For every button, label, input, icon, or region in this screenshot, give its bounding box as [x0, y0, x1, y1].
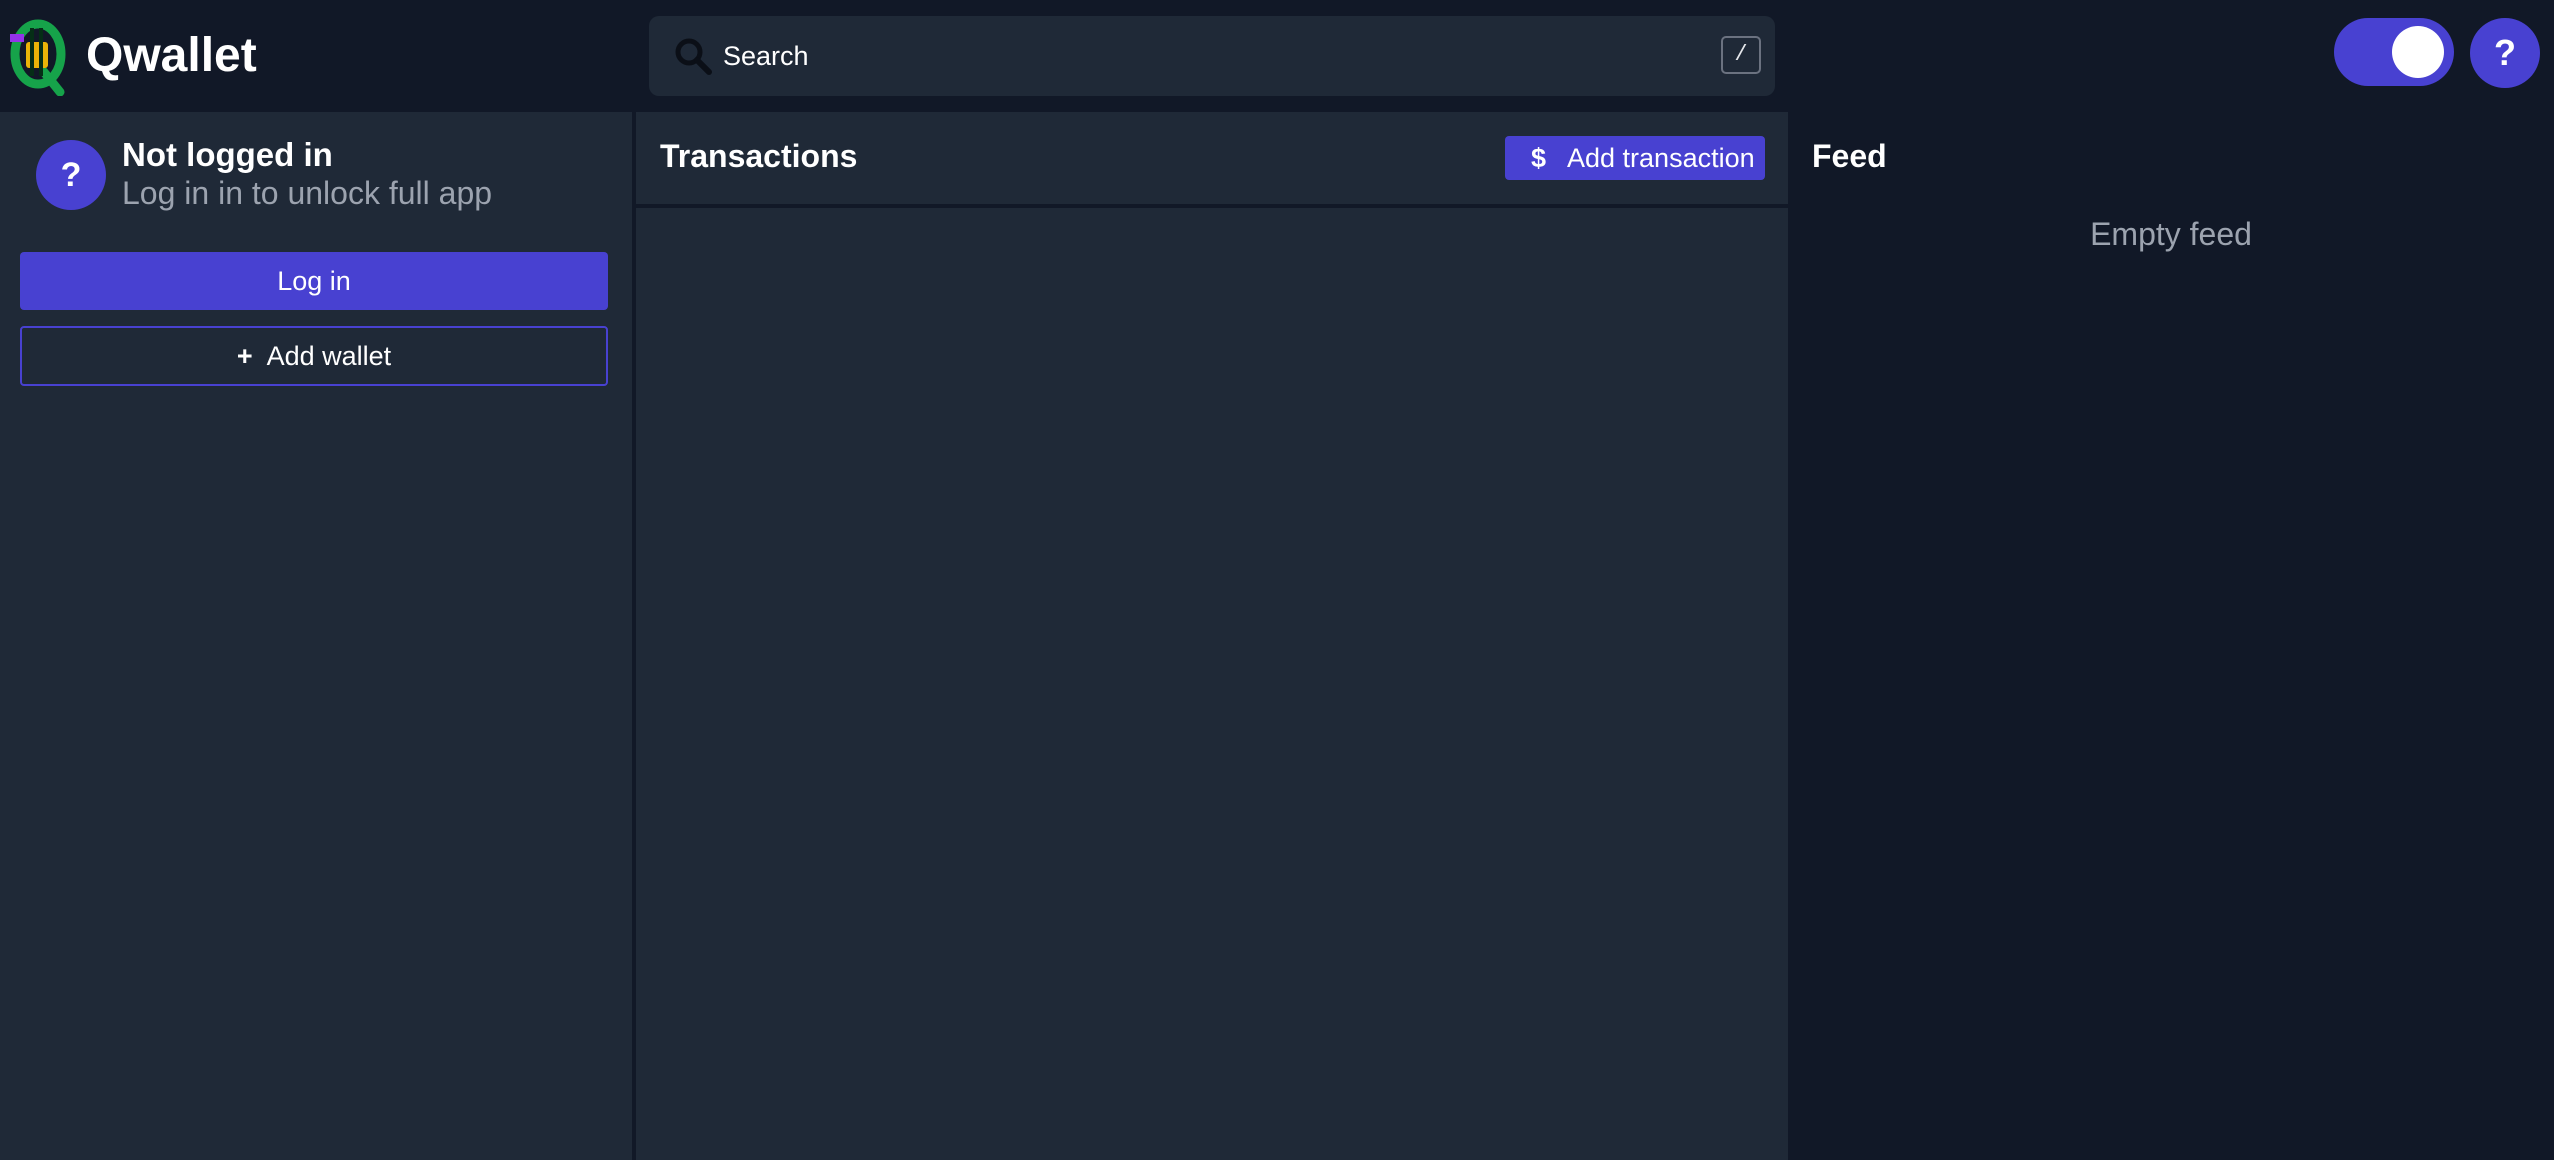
transactions-panel: Transactions $ Add transaction [636, 112, 1788, 1160]
theme-toggle[interactable] [2334, 18, 2454, 86]
add-transaction-button[interactable]: $ Add transaction [1505, 136, 1765, 180]
feed-panel: Feed Empty feed [1788, 112, 2554, 1160]
top-bar: Qwallet / ? [0, 0, 2554, 112]
login-button[interactable]: Log in [20, 252, 608, 310]
plus-icon: + [236, 341, 253, 371]
toggle-knob [2392, 26, 2444, 78]
feed-empty-message: Empty feed [2090, 216, 2252, 252]
add-transaction-label: Add transaction [1567, 143, 1755, 173]
left-sidebar: ? Not logged in Log in in to unlock full… [0, 112, 632, 1160]
avatar: ? [36, 140, 106, 210]
transactions-header-divider [636, 204, 1788, 208]
search-input[interactable] [723, 16, 1663, 96]
transactions-title: Transactions [660, 138, 858, 174]
help-button[interactable]: ? [2470, 18, 2540, 88]
add-wallet-button[interactable]: + Add wallet [20, 326, 608, 386]
search-icon [675, 38, 712, 75]
qwallet-logo-icon [10, 19, 66, 96]
app-title: Qwallet [86, 29, 257, 82]
search-shortcut-key: / [1721, 36, 1761, 74]
transactions-header: Transactions $ Add transaction [636, 112, 1788, 204]
dollar-icon: $ [1531, 143, 1547, 173]
user-status-subtitle: Log in in to unlock full app [122, 175, 493, 211]
add-wallet-label: Add wallet [266, 341, 392, 371]
app-root: Qwallet / ? ? Not logged in Log in in to… [0, 0, 2554, 1160]
search-bar[interactable]: / [649, 16, 1775, 96]
feed-title: Feed [1812, 138, 1887, 174]
user-status-title: Not logged in [122, 136, 333, 173]
